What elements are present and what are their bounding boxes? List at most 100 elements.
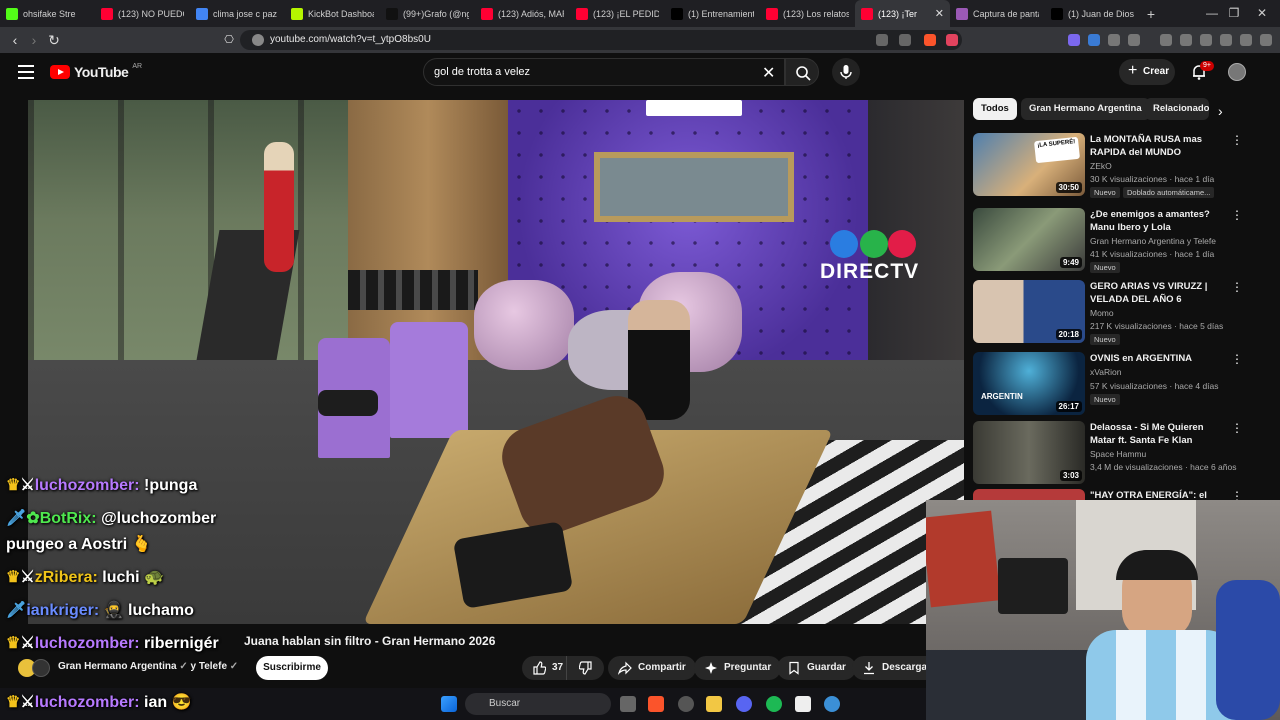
recommended-video[interactable]: ¡LA SUPERÉ! 30:50 La MONTAÑA RUSA mas RA… (973, 133, 1243, 199)
streamer-webcam (926, 500, 1280, 720)
rewards-icon[interactable] (946, 34, 958, 46)
app-icon[interactable] (678, 696, 694, 712)
brave-icon[interactable] (648, 696, 664, 712)
video-thumbnail[interactable]: 20:18 (973, 280, 1085, 343)
menu-icon[interactable] (1260, 34, 1272, 46)
browser-tab[interactable]: (123) NO PUEDO (95, 0, 190, 27)
channel-avatars[interactable] (18, 659, 52, 677)
sidebar-icon[interactable] (1180, 34, 1192, 46)
share-icon[interactable] (899, 34, 911, 46)
rec-title[interactable]: GERO ARIAS VS VIRUZZ | VELADA DEL AÑO 6 (1090, 280, 1225, 306)
rec-title[interactable]: OVNIS en ARGENTINA (1090, 352, 1225, 365)
browser-tab-active[interactable]: (123) ¡Ter ✕ (855, 0, 950, 27)
bookmark-icon[interactable]: ⎔ (220, 31, 238, 49)
voice-search-button[interactable] (832, 58, 860, 86)
video-thumbnail[interactable]: ¡LA SUPERÉ! 30:50 (973, 133, 1085, 196)
chip-relacionado[interactable]: Relacionado (1145, 98, 1209, 120)
ask-button[interactable]: Preguntar (694, 656, 782, 680)
reload-icon[interactable]: ↻ (45, 31, 63, 49)
chat-message: 🗡iankriger: 🥷 luchamo (6, 602, 194, 619)
brave-shield-icon[interactable] (924, 34, 936, 46)
video-thumbnail[interactable]: 9:49 (973, 208, 1085, 271)
chip-gran-hermano[interactable]: Gran Hermano Argentina (1021, 98, 1150, 120)
browser-tab[interactable]: (123) Adiós, MAR (475, 0, 570, 27)
browser-tab[interactable]: (123) ¡EL PEDIDO (570, 0, 665, 27)
more-options-icon[interactable]: ⋮ (1231, 134, 1243, 146)
video-player[interactable]: DIRECTV (28, 100, 964, 624)
tab-title: (1) Entrenamient (688, 8, 754, 19)
wallet-icon[interactable] (1200, 34, 1212, 46)
windows-start-icon[interactable] (441, 696, 457, 712)
spotify-icon[interactable] (766, 696, 782, 712)
more-options-icon[interactable]: ⋮ (1231, 422, 1243, 434)
taskbar-search[interactable]: Buscar (465, 693, 611, 715)
more-options-icon[interactable]: ⋮ (1231, 353, 1243, 365)
browser-tab[interactable]: ohsifake Stre (0, 0, 95, 27)
video-thumbnail[interactable]: ARGENTIN 26:17 (973, 352, 1085, 415)
extension-icon[interactable] (1128, 34, 1140, 46)
rec-channel[interactable]: Momo (1090, 308, 1114, 318)
discord-icon[interactable] (736, 696, 752, 712)
browser-tab[interactable]: Captura de panta (950, 0, 1045, 27)
browser-tab[interactable]: KickBot Dashboa (285, 0, 380, 27)
share-button[interactable]: Compartir (608, 656, 696, 680)
new-tab-button[interactable]: + (1140, 6, 1162, 22)
rec-channel[interactable]: ZEkO (1090, 161, 1112, 171)
media-icon[interactable] (1160, 34, 1172, 46)
site-info-icon[interactable] (252, 34, 264, 46)
more-options-icon[interactable]: ⋮ (1231, 281, 1243, 293)
more-options-icon[interactable]: ⋮ (1231, 209, 1243, 221)
url-field[interactable]: youtube.com/watch?v=t_ytpO8bs0U (240, 30, 962, 50)
recommended-video[interactable]: 3:03 Delaossa - Si Me Quieren Matar ft. … (973, 421, 1243, 487)
recommended-video[interactable]: 20:18 GERO ARIAS VS VIRUZZ | VELADA DEL … (973, 280, 1243, 346)
search-button[interactable] (785, 58, 819, 86)
leo-icon[interactable] (1220, 34, 1232, 46)
extension-icon[interactable] (1088, 34, 1100, 46)
rec-meta: 3,4 M de visualizaciones · hace 6 años (1090, 462, 1237, 472)
vpn-icon[interactable] (1240, 34, 1252, 46)
download-icon (864, 662, 874, 675)
forward-icon[interactable]: › (25, 31, 43, 49)
browser-tab[interactable]: (123) Los relatos (760, 0, 855, 27)
close-window-button[interactable]: ✕ (1244, 0, 1280, 27)
rec-title[interactable]: ¿De enemigos a amantes? Manu Ibero y Lol… (1090, 208, 1225, 234)
rec-channel[interactable]: Gran Hermano Argentina y Telefe (1090, 236, 1216, 246)
create-button[interactable]: Crear (1119, 58, 1175, 85)
extension-icon[interactable] (1108, 34, 1120, 46)
channel-name[interactable]: Gran Hermano Argentina ✓ y Telefe ✓ (58, 661, 238, 672)
like-button[interactable]: 37 (522, 656, 566, 680)
recommended-video[interactable]: 9:49 ¿De enemigos a amantes? Manu Ibero … (973, 208, 1243, 274)
app-icon[interactable] (824, 696, 840, 712)
browser-tab[interactable]: (1) Juan de Dios (1045, 0, 1140, 27)
speaker (998, 558, 1068, 614)
video-thumbnail[interactable]: 3:03 (973, 421, 1085, 484)
close-tab-icon[interactable]: ✕ (935, 7, 944, 20)
subscribe-button[interactable]: Suscribirme (256, 656, 328, 680)
hamburger-menu-icon[interactable] (18, 65, 34, 79)
browser-tab[interactable]: (99+)Grafo (@ng (380, 0, 475, 27)
clear-search-icon[interactable]: ✕ (762, 63, 775, 83)
chat-username: iankriger (26, 602, 94, 619)
tab-title: (123) ¡EL PEDIDO (593, 8, 659, 19)
chevron-right-icon[interactable]: › (1218, 103, 1223, 119)
duration-badge: 26:17 (1055, 401, 1082, 412)
back-icon[interactable]: ‹ (6, 31, 24, 49)
dislike-button[interactable] (566, 656, 604, 680)
rec-title[interactable]: La MONTAÑA RUSA mas RAPIDA del MUNDO (1090, 133, 1225, 159)
file-explorer-icon[interactable] (706, 696, 722, 712)
rec-channel[interactable]: xVaRion (1090, 367, 1122, 377)
rec-title[interactable]: Delaossa - Si Me Quieren Matar ft. Santa… (1090, 421, 1225, 447)
youtube-logo[interactable]: YouTube AR (50, 63, 142, 80)
extension-icon[interactable] (1068, 34, 1080, 46)
recommended-video[interactable]: ARGENTIN 26:17 OVNIS en ARGENTINA xVaRio… (973, 352, 1243, 418)
obs-icon[interactable] (795, 696, 811, 712)
chip-todos[interactable]: Todos (973, 98, 1017, 120)
save-button[interactable]: Guardar (777, 656, 856, 680)
browser-tab[interactable]: clima jose c paz (190, 0, 285, 27)
browser-tab[interactable]: (1) Entrenamient (665, 0, 760, 27)
account-avatar[interactable] (1228, 63, 1246, 81)
rec-channel[interactable]: Space Hammu (1090, 449, 1146, 459)
task-view-icon[interactable] (620, 696, 636, 712)
cast-icon[interactable] (876, 34, 888, 46)
search-input[interactable]: gol de trotta a velez (423, 58, 785, 86)
